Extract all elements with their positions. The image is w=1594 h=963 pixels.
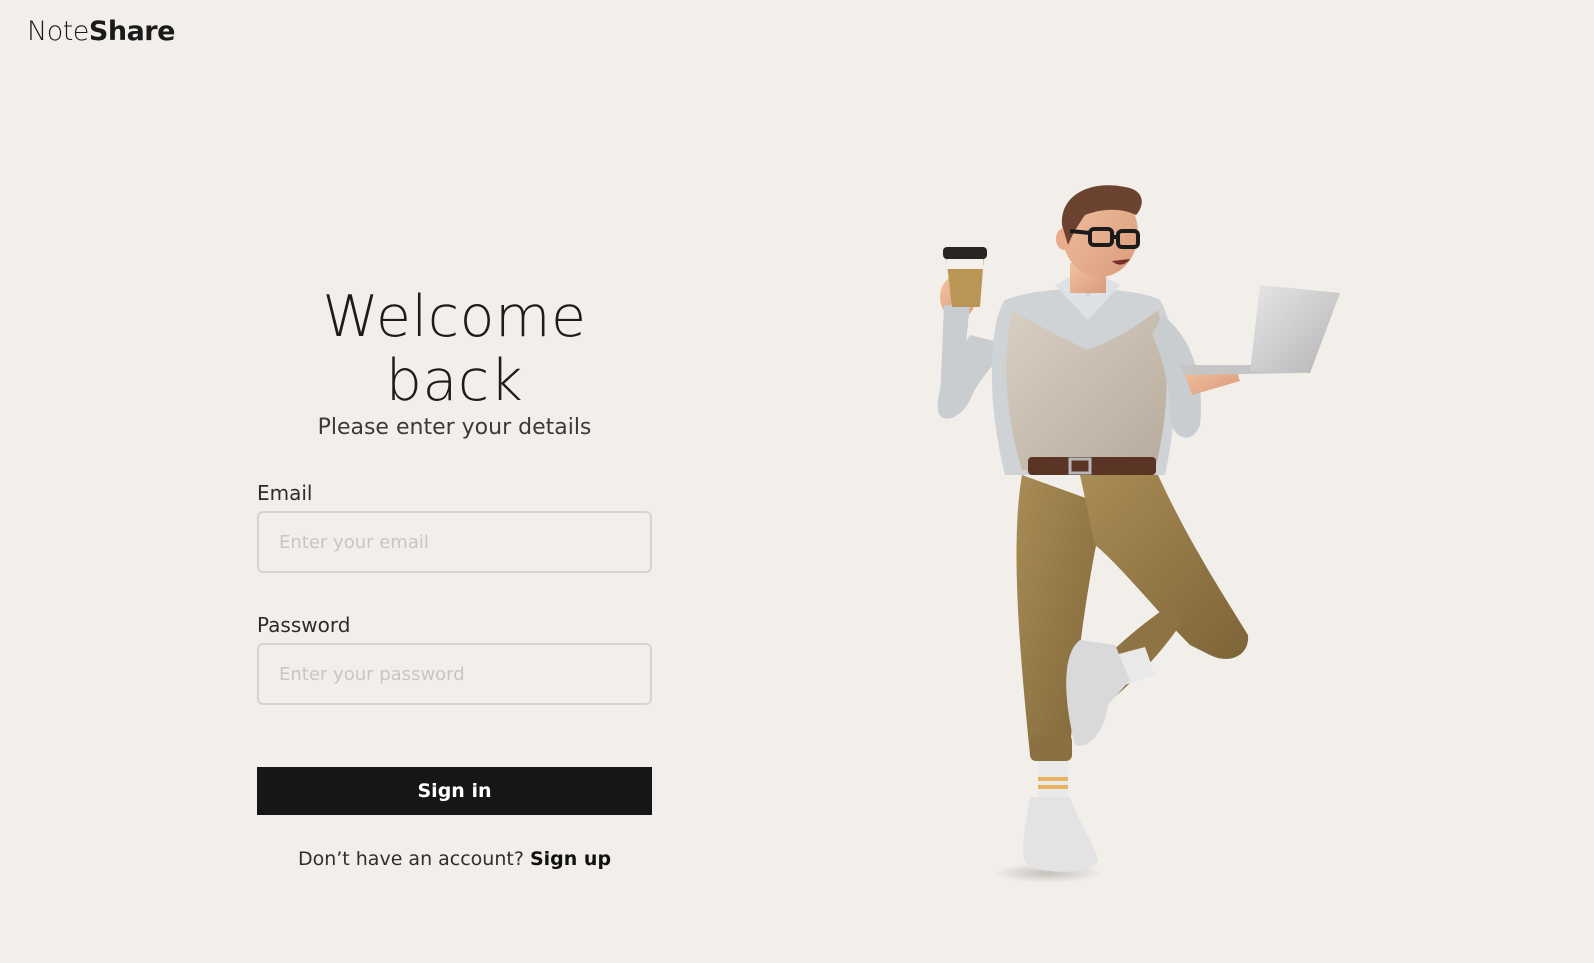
sign-up-link[interactable]: Sign up <box>530 848 611 870</box>
page-subtitle: Please enter your details <box>317 415 592 440</box>
login-page: NoteShare Welcome back Please enter your… <box>0 0 1594 963</box>
sign-in-button[interactable]: Sign in <box>257 767 652 815</box>
laptop-icon <box>1180 285 1340 375</box>
man-with-coffee-and-laptop-illustration <box>937 185 1340 883</box>
password-field[interactable] <box>257 643 652 705</box>
login-form: Welcome back Please enter your details E… <box>257 285 652 870</box>
logo-text-light: Note <box>27 16 89 47</box>
app-logo[interactable]: NoteShare <box>27 16 175 47</box>
page-title: Welcome back <box>322 284 587 414</box>
email-label: Email <box>257 481 313 505</box>
belt <box>1028 457 1156 475</box>
signup-prompt-text: Don’t have an account? <box>297 848 524 870</box>
email-field[interactable] <box>257 511 652 573</box>
standing-shoe <box>1023 797 1098 872</box>
signup-prompt-line: Don’t have an account? Sign up <box>257 848 652 870</box>
logo-text-bold: Share <box>88 16 176 47</box>
password-label: Password <box>257 613 351 637</box>
pants-cuff <box>1030 735 1072 761</box>
